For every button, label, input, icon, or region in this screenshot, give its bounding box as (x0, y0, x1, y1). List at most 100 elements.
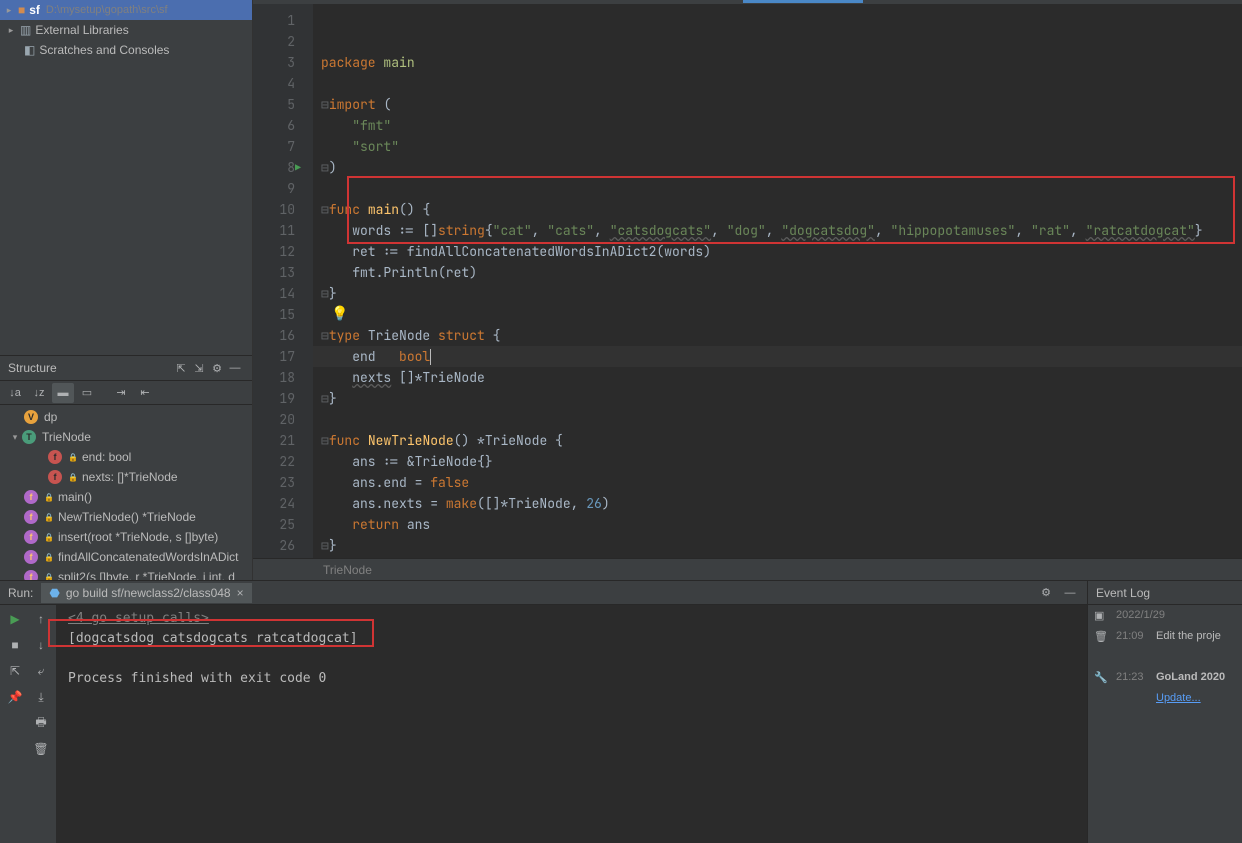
line-number[interactable]: 4 (253, 73, 295, 94)
line-number[interactable]: 19 (253, 388, 295, 409)
line-number[interactable]: 17 (253, 346, 295, 367)
line-number[interactable]: 22 (253, 451, 295, 472)
code-line[interactable]: ⊟} (313, 388, 1242, 409)
structure-item[interactable]: f🔒nexts: []*TrieNode (0, 467, 252, 487)
structure-item[interactable]: ▾TTrieNode (0, 427, 252, 447)
editor-body[interactable]: 1234567▶89101112131415161718192021222324… (253, 4, 1242, 558)
line-number[interactable]: 18 (253, 367, 295, 388)
run-gutter-icon[interactable]: ▶ (295, 157, 301, 178)
code-line[interactable]: return ans (313, 514, 1242, 535)
line-number[interactable]: 10 (253, 199, 295, 220)
wrench-icon[interactable]: 🔧 (1094, 671, 1110, 684)
line-number[interactable]: 9 (253, 178, 295, 199)
code-line[interactable]: words := []string{"cat", "cats", "catsdo… (313, 220, 1242, 241)
line-number[interactable]: 12 (253, 241, 295, 262)
line-number[interactable]: 26 (253, 535, 295, 556)
structure-item[interactable]: f🔒findAllConcatenatedWordsInADict (0, 547, 252, 567)
code-line[interactable]: ⊟} (313, 535, 1242, 556)
code-line[interactable] (313, 73, 1242, 94)
trash-icon[interactable]: 🗑 (31, 739, 51, 759)
structure-tree[interactable]: Vdp▾TTrieNodef🔒end: boolf🔒nexts: []*Trie… (0, 405, 252, 587)
line-number[interactable]: 5 (253, 94, 295, 115)
rerun-icon[interactable]: ▶ (5, 609, 25, 629)
check-icon[interactable]: ▣ (1094, 609, 1110, 622)
trash-icon[interactable]: 🗑 (1094, 630, 1110, 643)
code-line[interactable]: ⊟} (313, 283, 1242, 304)
close-icon[interactable]: × (237, 586, 244, 600)
up-icon[interactable]: ↑ (31, 609, 51, 629)
code-line[interactable]: nexts []*TrieNode (313, 367, 1242, 388)
expand-icon[interactable]: ⇱ (172, 359, 190, 377)
code-line[interactable] (313, 178, 1242, 199)
line-number[interactable]: 20 (253, 409, 295, 430)
line-number[interactable]: 23 (253, 472, 295, 493)
code-line[interactable]: fmt.Println(ret) (313, 262, 1242, 283)
gear-icon[interactable]: ⚙ (208, 359, 226, 377)
exit-icon[interactable]: ⇱ (5, 661, 25, 681)
project-root[interactable]: ▸ ■ sf D:\mysetup\gopath\src\sf (0, 0, 252, 20)
line-number[interactable]: 16 (253, 325, 295, 346)
code-line[interactable]: ⊟type TrieNode struct { (313, 325, 1242, 346)
line-number[interactable]: 6 (253, 115, 295, 136)
code-line[interactable]: ⊟func NewTrieNode() *TrieNode { (313, 430, 1242, 451)
code-line[interactable]: ⊟func main() { (313, 199, 1242, 220)
line-number[interactable]: 21 (253, 430, 295, 451)
code-line[interactable]: ret := findAllConcatenatedWordsInADict2(… (313, 241, 1242, 262)
line-number[interactable]: 11 (253, 220, 295, 241)
code-line[interactable] (313, 556, 1242, 558)
code-line[interactable] (313, 409, 1242, 430)
autoscroll2-icon[interactable]: ⇤ (134, 383, 156, 403)
line-number[interactable]: 1 (253, 10, 295, 31)
setup-calls[interactable]: <4 go setup calls> (68, 611, 209, 626)
line-number[interactable]: 2 (253, 31, 295, 52)
intention-bulb-icon[interactable]: 💡 (331, 305, 348, 323)
softwrap-icon[interactable]: ⤶ (31, 661, 51, 681)
line-number[interactable]: 8 (253, 157, 295, 178)
code-line[interactable]: end bool (313, 346, 1242, 367)
code-line[interactable]: "fmt" (313, 115, 1242, 136)
minimize-icon[interactable]: — (1061, 584, 1079, 602)
project-tree[interactable]: ▸ ■ sf D:\mysetup\gopath\src\sf ▸ ▥ Exte… (0, 0, 252, 355)
external-libraries[interactable]: ▸ ▥ External Libraries (0, 20, 252, 40)
down-icon[interactable]: ↓ (31, 635, 51, 655)
code-line[interactable]: ⊟) (313, 157, 1242, 178)
code-line[interactable] (313, 304, 1242, 325)
structure-item[interactable]: f🔒end: bool (0, 447, 252, 467)
structure-item[interactable]: Vdp (0, 407, 252, 427)
code-area[interactable]: package main ⊟import ( "fmt" "sort"⊟) ⊟fun… (313, 4, 1242, 558)
line-number[interactable]: 25 (253, 514, 295, 535)
line-number[interactable]: 13 (253, 262, 295, 283)
code-line[interactable]: ans.nexts = make([]*TrieNode, 26) (313, 493, 1242, 514)
hide-icon[interactable]: — (226, 359, 244, 377)
line-number[interactable]: 15 (253, 304, 295, 325)
code-line[interactable]: "sort" (313, 136, 1242, 157)
stop-icon[interactable]: ■ (5, 635, 25, 655)
run-tab[interactable]: ⬣ go build sf/newclass2/class048 × (41, 583, 251, 603)
code-line[interactable]: ans := &TrieNode{} (313, 451, 1242, 472)
group-icon[interactable]: ▭ (76, 383, 98, 403)
line-gutter[interactable]: 1234567▶89101112131415161718192021222324… (253, 4, 313, 558)
structure-item[interactable]: f🔒insert(root *TrieNode, s []byte) (0, 527, 252, 547)
scroll-icon[interactable]: ⤓ (31, 687, 51, 707)
autoscroll-icon[interactable]: ⇥ (110, 383, 132, 403)
structure-item[interactable]: f🔒NewTrieNode() *TrieNode (0, 507, 252, 527)
filter-icon[interactable]: ▬ (52, 383, 74, 403)
line-number[interactable]: 24 (253, 493, 295, 514)
code-line[interactable]: ⊟import ( (313, 94, 1242, 115)
line-number[interactable]: 7 (253, 136, 295, 157)
breadcrumb[interactable]: TrieNode (253, 558, 1242, 580)
gear-icon[interactable]: ⚙ (1037, 584, 1055, 602)
print-icon[interactable]: 🖶 (31, 713, 51, 733)
event-log-body[interactable]: ▣ 2022/1/29 🗑 21:09 Edit the proje 🔧 21:… (1088, 605, 1242, 843)
console-output[interactable]: <4 go setup calls> [dogcatsdog catsdogca… (56, 605, 1087, 843)
update-link[interactable]: Update... (1156, 692, 1201, 704)
scratches-consoles[interactable]: ◧ Scratches and Consoles (0, 40, 252, 60)
line-number[interactable]: 3 (253, 52, 295, 73)
collapse-icon[interactable]: ⇲ (190, 359, 208, 377)
structure-item[interactable]: f🔒main() (0, 487, 252, 507)
code-line[interactable]: ans.end = false (313, 472, 1242, 493)
code-line[interactable]: package main (313, 52, 1242, 73)
sort-icon[interactable]: ↓a (4, 383, 26, 403)
pin-icon[interactable]: 📌 (5, 687, 25, 707)
sort2-icon[interactable]: ↓z (28, 383, 50, 403)
